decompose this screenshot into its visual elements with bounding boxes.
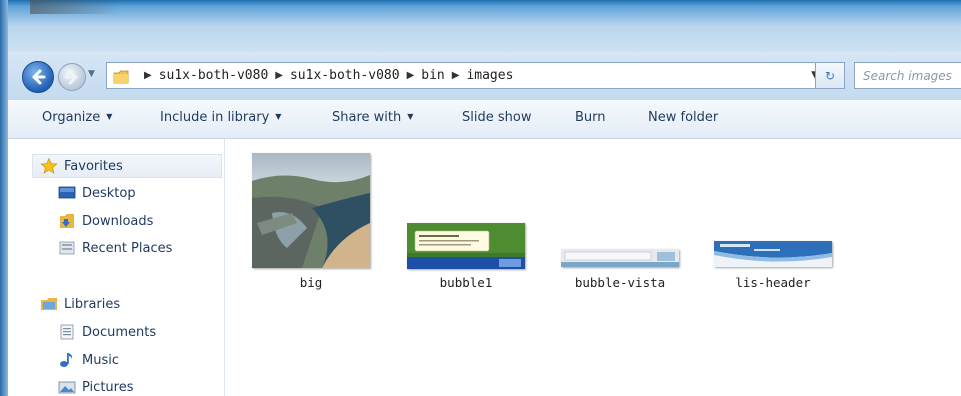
chevron-down-icon: ▼ bbox=[275, 112, 282, 121]
banner-thumbnail-icon bbox=[714, 241, 832, 267]
music-icon bbox=[58, 352, 76, 368]
sidebar-item-desktop[interactable]: Desktop bbox=[58, 185, 136, 201]
address-bar[interactable]: ▶ su1x-both-v080 ▶ su1x-both-v080 ▶ bin … bbox=[106, 62, 841, 89]
sidebar-item-label: Pictures bbox=[82, 379, 134, 395]
forward-button[interactable] bbox=[58, 63, 86, 91]
burn-button[interactable]: Burn bbox=[575, 110, 606, 125]
sidebar-item-downloads[interactable]: Downloads bbox=[58, 213, 153, 229]
downloads-icon bbox=[58, 213, 76, 229]
include-in-library-label: Include in library bbox=[160, 110, 270, 125]
share-with-label: Share with bbox=[332, 110, 402, 125]
file-name: bubble-vista bbox=[574, 275, 666, 290]
sidebar-item-label: Libraries bbox=[64, 296, 121, 312]
organize-menu[interactable]: Organize ▼ bbox=[42, 110, 112, 125]
chevron-down-icon: ▼ bbox=[106, 112, 113, 121]
file-name: lis-header bbox=[735, 275, 811, 290]
organize-label: Organize bbox=[42, 110, 101, 125]
file-name: bubble1 bbox=[439, 275, 493, 290]
sidebar-item-favorites[interactable]: Favorites bbox=[40, 157, 123, 174]
photo-thumbnail-icon bbox=[252, 153, 370, 268]
chevron-right-icon: ▶ bbox=[144, 70, 152, 81]
chevron-right-icon[interactable]: ▶ bbox=[407, 70, 415, 81]
recent-pages-dropdown[interactable]: ▼ bbox=[88, 69, 95, 79]
sidebar-item-music[interactable]: Music bbox=[58, 352, 119, 368]
sidebar-item-label: Favorites bbox=[64, 158, 123, 174]
chevron-right-icon[interactable]: ▶ bbox=[452, 70, 460, 81]
sidebar-item-libraries[interactable]: Libraries bbox=[40, 296, 120, 312]
breadcrumb-su1x-sub[interactable]: su1x-both-v080 bbox=[290, 68, 400, 83]
file-item-big[interactable]: big bbox=[252, 153, 372, 293]
notification-bubble-thumbnail-icon bbox=[561, 249, 679, 267]
file-item-bubble1[interactable]: bubble1 bbox=[405, 223, 527, 293]
slide-show-button[interactable]: Slide show bbox=[462, 110, 531, 125]
window-border-left bbox=[0, 0, 8, 396]
sidebar-item-label: Documents bbox=[82, 324, 157, 340]
file-list: big bubble1 bubble-vista lis-header bbox=[225, 139, 961, 396]
window-frame bbox=[0, 0, 961, 52]
folder-icon bbox=[113, 69, 129, 83]
title-bar bbox=[30, 0, 120, 14]
navigation-bar: ▼ ▶ su1x-both-v080 ▶ su1x-both-v080 ▶ bi… bbox=[8, 52, 961, 100]
recent-places-icon bbox=[58, 240, 76, 256]
sidebar-item-label: Music bbox=[82, 352, 119, 368]
navigation-pane: Favorites Desktop Downloads Recent Place… bbox=[8, 139, 225, 396]
forward-arrow-icon bbox=[64, 69, 78, 85]
share-with-menu[interactable]: Share with ▼ bbox=[332, 110, 413, 125]
chevron-right-icon[interactable]: ▶ bbox=[275, 70, 283, 81]
pictures-icon bbox=[58, 379, 76, 395]
libraries-icon bbox=[40, 296, 58, 312]
file-item-lis-header[interactable]: lis-header bbox=[711, 239, 835, 293]
sidebar-item-label: Recent Places bbox=[82, 240, 173, 256]
explorer-window: ▼ ▶ su1x-both-v080 ▶ su1x-both-v080 ▶ bi… bbox=[0, 0, 961, 396]
breadcrumb-bin[interactable]: bin bbox=[421, 68, 444, 83]
sidebar-item-documents[interactable]: Documents bbox=[58, 324, 156, 340]
back-arrow-icon bbox=[32, 69, 46, 85]
breadcrumb-su1x-root[interactable]: su1x-both-v080 bbox=[159, 68, 269, 83]
command-bar: Organize ▼ Include in library ▼ Share with… bbox=[8, 100, 961, 139]
sidebar-item-label: Desktop bbox=[82, 185, 136, 201]
breadcrumb-images[interactable]: images bbox=[466, 68, 513, 83]
sidebar-item-recent-places[interactable]: Recent Places bbox=[58, 240, 172, 256]
refresh-button[interactable]: ↻ bbox=[815, 62, 845, 89]
new-folder-button[interactable]: New folder bbox=[648, 110, 718, 125]
chevron-down-icon: ▼ bbox=[407, 112, 414, 121]
file-name: big bbox=[299, 275, 323, 290]
search-input[interactable]: Search images bbox=[854, 62, 961, 89]
desktop-icon bbox=[58, 185, 76, 201]
sidebar-item-label: Downloads bbox=[82, 213, 154, 229]
notification-bubble-thumbnail-icon bbox=[407, 223, 525, 269]
refresh-icon: ↻ bbox=[824, 68, 836, 83]
star-icon bbox=[40, 157, 58, 174]
documents-icon bbox=[58, 324, 76, 340]
include-in-library-menu[interactable]: Include in library ▼ bbox=[160, 110, 281, 125]
sidebar-item-pictures[interactable]: Pictures bbox=[58, 379, 133, 395]
file-item-bubble-vista[interactable]: bubble-vista bbox=[555, 247, 685, 293]
back-button[interactable] bbox=[22, 61, 54, 93]
